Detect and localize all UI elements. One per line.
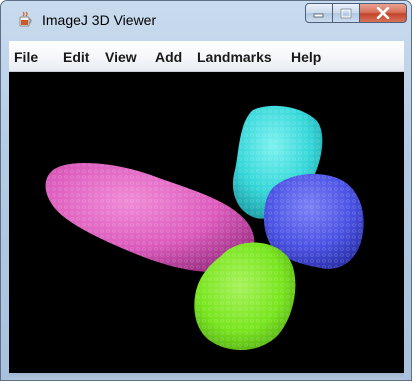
close-button[interactable] [360, 3, 407, 23]
maximize-button[interactable] [333, 3, 360, 23]
menu-view[interactable]: View [105, 49, 137, 65]
window-bottom-border [9, 373, 404, 380]
rendered-scene [45, 105, 364, 351]
maximize-icon [340, 8, 352, 18]
menu-file[interactable]: File [14, 49, 38, 65]
menu-help[interactable]: Help [291, 49, 321, 65]
3d-viewport[interactable] [9, 72, 404, 373]
minimize-icon [313, 13, 324, 18]
window-controls [305, 3, 407, 25]
close-icon [376, 7, 390, 19]
imagej-cup-icon [17, 11, 35, 29]
menu-landmarks[interactable]: Landmarks [197, 49, 272, 65]
menu-add[interactable]: Add [155, 49, 182, 65]
title-bar[interactable]: ImageJ 3D Viewer [1, 1, 411, 39]
menu-edit[interactable]: Edit [63, 49, 89, 65]
menu-bar: File Edit View Add Landmarks Help [9, 41, 404, 72]
window-title: ImageJ 3D Viewer [42, 12, 157, 28]
imagej-3d-viewer-window: ImageJ 3D Viewer File Edit View Add Land… [0, 0, 412, 381]
minimize-button[interactable] [305, 3, 333, 23]
